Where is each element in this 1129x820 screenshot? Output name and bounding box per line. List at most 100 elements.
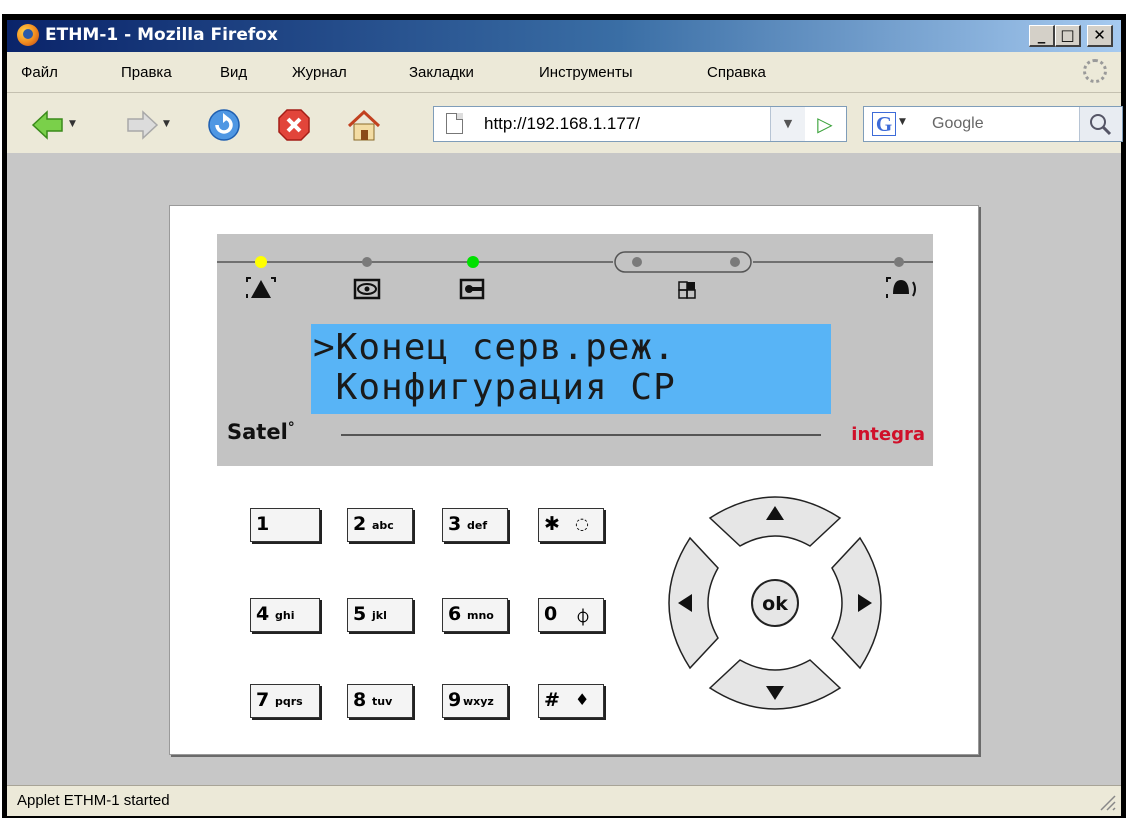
alarm-warning-icon [246, 277, 276, 298]
wrench-service-icon [459, 278, 485, 300]
key-label: 2 [353, 513, 367, 535]
key-sublabel: wxyz [463, 695, 494, 708]
stop-icon[interactable] [277, 108, 311, 142]
lcd-screen: >Конец серв.реж. Конфигурация СР [311, 324, 831, 414]
address-bar[interactable]: http://192.168.1.177/ ▼ ▷ [433, 106, 847, 142]
url-text[interactable]: http://192.168.1.177/ [484, 114, 640, 134]
integra-logo: integra [851, 424, 925, 445]
back-arrow-icon[interactable] [31, 108, 65, 142]
left-button[interactable] [668, 536, 719, 670]
key-sublabel: abc [372, 519, 394, 532]
key-8[interactable]: 8 tuv [347, 684, 413, 718]
key-sublabel: jkl [372, 609, 387, 622]
key-label: 0 [544, 603, 558, 625]
magnifier-icon [1090, 114, 1112, 136]
throbber-icon [1083, 59, 1107, 83]
lcd-line-1: >Конец серв.реж. [313, 327, 676, 368]
key-label: 8 [353, 689, 367, 711]
key-3[interactable]: 3 def [442, 508, 508, 542]
keypad-display: >Конец серв.реж. Конфигурация СР Satel° … [217, 234, 933, 466]
close-button[interactable]: ✕ [1087, 25, 1113, 47]
menu-history[interactable]: Журнал [292, 64, 347, 81]
key-label: 9 [448, 689, 462, 711]
navigation-pad: ok [668, 496, 882, 710]
led-indicator-strip [217, 251, 933, 300]
key-9[interactable]: 9 wxyz [442, 684, 508, 718]
search-button[interactable] [1079, 107, 1122, 141]
go-button[interactable]: ▷ [804, 107, 846, 141]
key-sublabel: ◌ [575, 514, 589, 533]
key-hash[interactable]: # ♦ [538, 684, 604, 718]
key-label: 6 [448, 603, 462, 625]
key-label: 3 [448, 513, 462, 535]
lcd-line-2: Конфигурация СР [313, 367, 676, 408]
brand-name: Satel [227, 420, 288, 444]
key-0[interactable]: 0 ⏀ [538, 598, 604, 632]
forward-dropdown-icon[interactable]: ▼ [163, 119, 170, 129]
eye-armed-icon [353, 278, 381, 300]
maximize-button[interactable]: □ [1055, 25, 1081, 47]
up-button[interactable] [708, 496, 842, 547]
key-label: 4 [256, 603, 270, 625]
google-search-engine-icon[interactable]: G [872, 112, 896, 136]
trouble-led [894, 257, 904, 267]
bell-trouble-icon [886, 277, 916, 298]
menu-help[interactable]: Справка [707, 64, 766, 81]
minimize-button[interactable]: _ [1029, 25, 1055, 47]
key-sublabel: def [467, 519, 488, 532]
title-bar: ETHM-1 - Mozilla Firefox _ □ ✕ [7, 20, 1121, 52]
back-dropdown-icon[interactable]: ▼ [69, 119, 76, 129]
firefox-logo-icon [17, 24, 39, 46]
key-sublabel: ghi [275, 609, 295, 622]
menu-view[interactable]: Вид [220, 64, 247, 81]
menu-bookmarks[interactable]: Закладки [409, 64, 474, 81]
search-bar[interactable]: G ▼ Google [863, 106, 1123, 142]
key-sublabel: ⏀ [575, 608, 592, 627]
menu-tools[interactable]: Инструменты [539, 64, 633, 81]
alarm-led [255, 256, 267, 268]
key-7[interactable]: 7 pqrs [250, 684, 320, 718]
page-icon [446, 113, 463, 134]
menu-edit[interactable]: Правка [121, 64, 172, 81]
reload-icon[interactable] [207, 108, 241, 142]
key-4[interactable]: 4 ghi [250, 598, 320, 632]
menu-bar: Файл Правка Вид Журнал Закладки Инструме… [7, 52, 1121, 93]
down-button[interactable] [708, 659, 842, 710]
key-sublabel: ♦ [575, 690, 590, 709]
key-sublabel: pqrs [275, 695, 303, 708]
key-5[interactable]: 5 jkl [347, 598, 413, 632]
keypad-applet: >Конец серв.реж. Конфигурация СР Satel° … [169, 205, 979, 755]
page-content: >Конец серв.реж. Конфигурация СР Satel° … [7, 153, 1121, 785]
forward-arrow-icon[interactable] [125, 108, 159, 142]
partitions-icon [678, 281, 696, 299]
key-1[interactable]: 1 [250, 508, 320, 542]
key-6[interactable]: 6 mno [442, 598, 508, 632]
key-sublabel: mno [467, 609, 494, 622]
armed-led [362, 257, 372, 267]
brand-mark: ° [287, 420, 295, 436]
key-star[interactable]: ✱ ◌ [538, 508, 604, 542]
key-label: 7 [256, 689, 270, 711]
key-2[interactable]: 2 abc [347, 508, 413, 542]
brand-divider [341, 434, 821, 436]
key-sublabel: tuv [372, 695, 393, 708]
browser-window: ETHM-1 - Mozilla Firefox _ □ ✕ Файл Прав… [2, 14, 1126, 818]
engine-dropdown-icon[interactable]: ▼ [899, 117, 906, 127]
key-label: 1 [256, 513, 270, 535]
home-icon[interactable] [347, 108, 381, 142]
resize-grip-icon[interactable] [1097, 792, 1117, 812]
partition-led-1 [632, 257, 642, 267]
satel-logo: Satel° [227, 420, 295, 444]
search-input[interactable]: Google [932, 115, 984, 133]
menu-file[interactable]: Файл [21, 64, 58, 81]
navigation-toolbar: ▼ ▼ http://192.168.1.177/ ▼ ▷ G ▼ Google [7, 93, 1123, 155]
key-label: # [544, 689, 560, 711]
key-label: ✱ [544, 513, 560, 535]
url-history-dropdown-icon[interactable]: ▼ [770, 107, 805, 141]
key-label: 5 [353, 603, 367, 625]
status-bar: Applet ETHM-1 started [7, 785, 1121, 816]
partition-led-2 [730, 257, 740, 267]
ok-label: ok [762, 593, 788, 615]
right-button[interactable] [831, 536, 882, 670]
window-title: ETHM-1 - Mozilla Firefox [45, 25, 278, 45]
